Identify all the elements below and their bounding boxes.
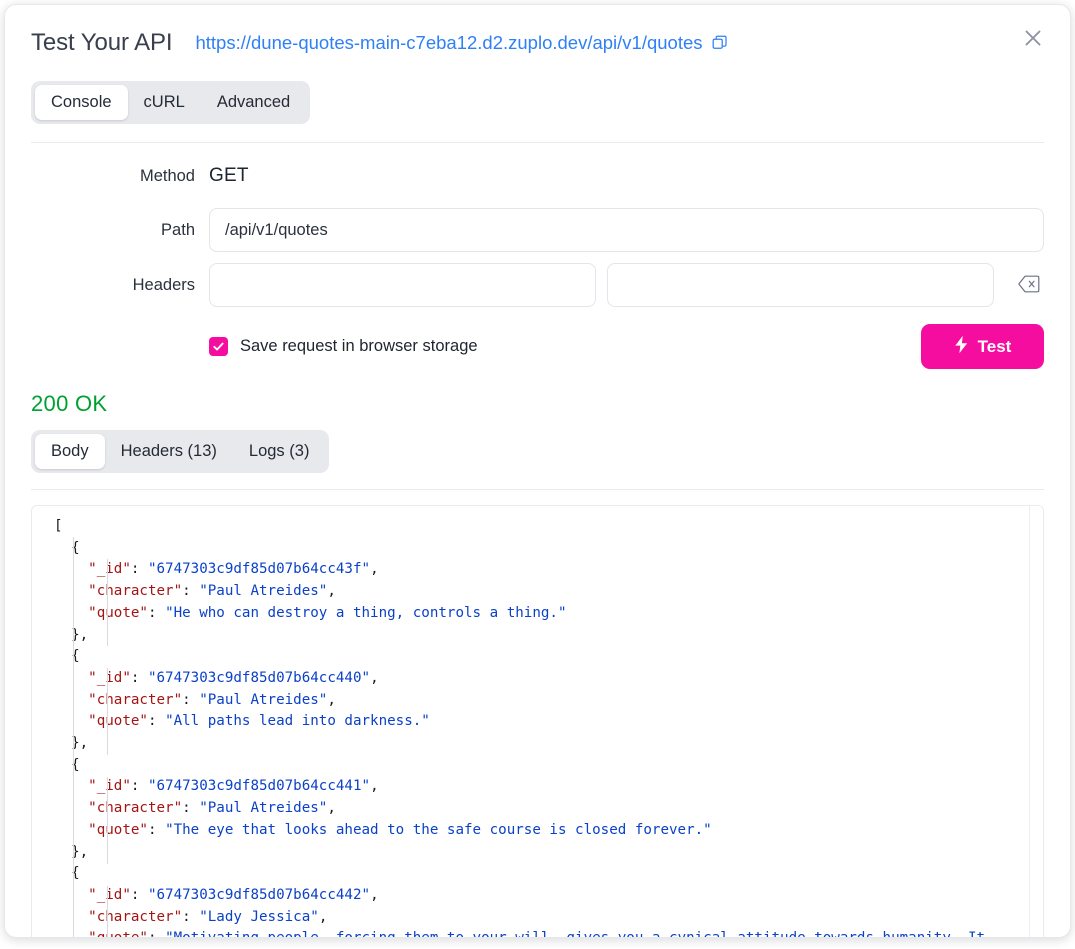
- mode-tab-bar: Console cURL Advanced: [5, 81, 1070, 143]
- tab-headers[interactable]: Headers (13): [105, 434, 233, 469]
- tab-curl[interactable]: cURL: [128, 85, 201, 120]
- code-area: [ { "_id": "6747303c9df85d07b64cc43f", "…: [50, 506, 1043, 938]
- copy-icon[interactable]: [712, 35, 728, 51]
- tab-advanced[interactable]: Advanced: [201, 85, 306, 120]
- headers-row: Headers: [31, 263, 1044, 307]
- tab-logs[interactable]: Logs (3): [233, 434, 326, 469]
- method-label: Method: [31, 167, 209, 186]
- json-response-body: [ { "_id": "6747303c9df85d07b64cc43f", "…: [50, 516, 1043, 938]
- method-row: Method GET: [31, 162, 1044, 190]
- indent-guide: [107, 559, 108, 646]
- close-icon: [1022, 27, 1044, 52]
- status-badge: 200 OK: [5, 391, 1070, 417]
- indent-guide: [107, 668, 108, 755]
- mode-tab-group: Console cURL Advanced: [31, 81, 310, 124]
- tab-console[interactable]: Console: [35, 85, 128, 120]
- dialog-header: Test Your API https://dune-quotes-main-c…: [5, 5, 1070, 81]
- save-request-checkbox[interactable]: [209, 337, 228, 356]
- method-value: GET: [209, 165, 249, 187]
- delete-header-button[interactable]: [1014, 270, 1044, 300]
- page-title: Test Your API: [31, 29, 172, 57]
- path-input[interactable]: [209, 208, 1044, 252]
- response-body-panel[interactable]: [ { "_id": "6747303c9df85d07b64cc43f", "…: [31, 505, 1044, 938]
- header-inputs: [209, 263, 1044, 307]
- tab-body[interactable]: Body: [35, 434, 105, 469]
- save-request-label[interactable]: Save request in browser storage: [240, 337, 478, 356]
- response-tab-group: Body Headers (13) Logs (3): [31, 430, 329, 473]
- header-value-input[interactable]: [607, 263, 994, 307]
- code-gutter: [32, 506, 50, 938]
- response-tab-bar: Body Headers (13) Logs (3): [5, 430, 1070, 490]
- header-name-input[interactable]: [209, 263, 596, 307]
- api-url-link[interactable]: https://dune-quotes-main-c7eba12.d2.zupl…: [195, 32, 702, 54]
- code-scrollbar[interactable]: [1029, 506, 1043, 938]
- indent-guide: [73, 537, 74, 938]
- headers-label: Headers: [31, 276, 209, 295]
- save-and-test-row: Save request in browser storage Test: [31, 324, 1044, 369]
- screenshot-root: Test Your API https://dune-quotes-main-c…: [0, 0, 1075, 949]
- response-divider: [31, 489, 1044, 490]
- request-form: Method GET Path Headers: [5, 162, 1070, 369]
- test-button-label: Test: [978, 337, 1012, 357]
- header-divider: [31, 142, 1044, 143]
- indent-guide: [107, 777, 108, 864]
- path-row: Path: [31, 208, 1044, 252]
- backspace-delete-icon: [1018, 275, 1040, 296]
- close-button[interactable]: [1016, 22, 1050, 56]
- lightning-bolt-icon: [954, 335, 969, 359]
- test-button[interactable]: Test: [921, 324, 1044, 369]
- indent-guide: [107, 886, 108, 938]
- path-label: Path: [31, 221, 209, 240]
- test-your-api-dialog: Test Your API https://dune-quotes-main-c…: [4, 4, 1071, 938]
